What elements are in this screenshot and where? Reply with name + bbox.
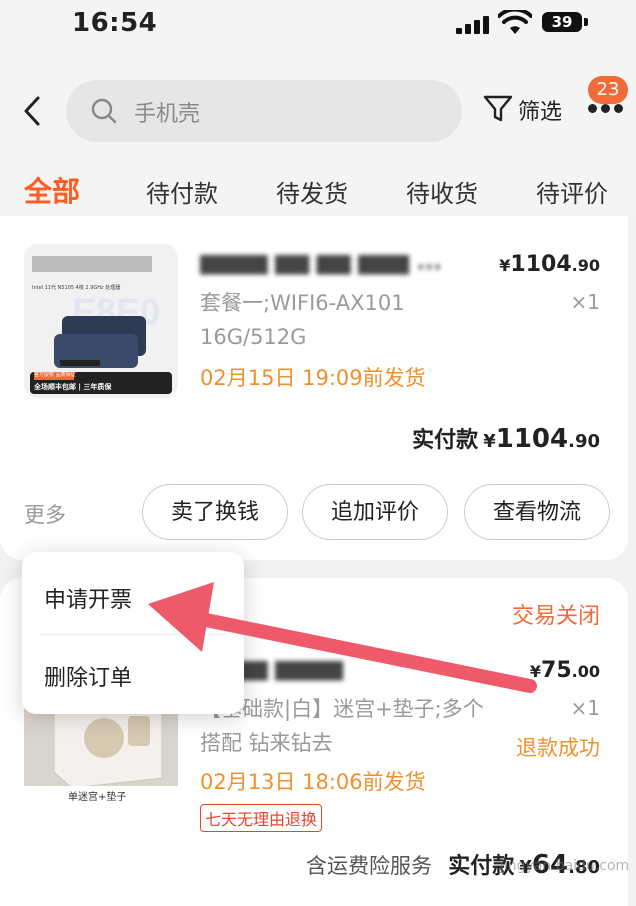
more-popup-menu: 申请开票 删除订单 — [22, 552, 244, 714]
order-card[interactable]: E8E0 Intel 11代 N5105 4核 2.9GHz 处理器 官方授权 … — [0, 216, 628, 560]
paid-amount: 实付款 ¥1104.90 — [412, 424, 600, 454]
more-button[interactable]: 更多 — [24, 499, 66, 529]
tab-pending-receipt[interactable]: 待收货 — [406, 174, 478, 209]
search-placeholder: 手机壳 — [134, 102, 201, 127]
tab-pending-review[interactable]: 待评价 — [536, 174, 608, 209]
refund-status: 退款成功 — [516, 736, 600, 760]
ship-deadline: 02月15日 19:09前发货 — [200, 366, 426, 390]
product-title[interactable]: ▆▆▆▆ ▆▆ ▆▆ ▆▆▆ ... — [200, 250, 510, 275]
battery-icon: 39 — [542, 12, 582, 32]
thumb-cpu-text: Intel 11代 N5105 4核 2.9GHz 处理器 — [32, 285, 121, 291]
product-spec: 【基础款|白】迷宫+垫子;多个搭配 钻来钻去 — [200, 697, 484, 755]
product-quantity: ×1 — [570, 696, 600, 720]
filter-button[interactable]: 筛选 — [518, 94, 562, 126]
wifi-icon — [498, 10, 532, 34]
status-bar: 16:54 39 — [0, 0, 636, 56]
filter-icon[interactable] — [482, 92, 514, 124]
order-tabs: 全部 待付款 待发货 待收货 待评价 — [0, 168, 636, 216]
thumb-authorized-text: 官方授权 品质保证 — [34, 372, 76, 378]
status-time: 16:54 — [72, 8, 158, 38]
header: 手机壳 筛选 23 全部 待付款 待发货 待收货 待评价 — [0, 56, 636, 216]
watermark: jingyan.baidu.com — [500, 858, 630, 874]
search-icon — [91, 98, 117, 124]
shipping-insurance-label: 含运费险服务 — [306, 854, 432, 878]
product-price: ¥1104.90 — [499, 252, 600, 277]
tab-all[interactable]: 全部 — [24, 170, 80, 210]
thumb-caption: 单迷宫+垫子 — [68, 792, 127, 803]
ship-deadline: 02月13日 18:06前发货 — [200, 770, 426, 794]
delete-order-item[interactable]: 删除订单 — [44, 660, 132, 692]
popup-divider — [40, 634, 226, 635]
product-title[interactable]: ▆▆▆▆ ▆▆▆▆ — [200, 656, 510, 681]
back-arrow-icon[interactable] — [20, 94, 48, 128]
more-options-icon[interactable] — [586, 104, 626, 116]
resell-button[interactable]: 卖了换钱 — [142, 484, 288, 540]
product-price: ¥75.00 — [529, 658, 600, 683]
product-quantity: ×1 — [570, 290, 600, 314]
product-spec: 套餐一;WIFI6-AX101 16G/512G — [200, 291, 405, 349]
tab-pending-payment[interactable]: 待付款 — [146, 174, 218, 209]
tab-pending-shipment[interactable]: 待发货 — [276, 174, 348, 209]
request-invoice-item[interactable]: 申请开票 — [44, 582, 132, 614]
product-thumbnail[interactable]: E8E0 Intel 11代 N5105 4核 2.9GHz 处理器 官方授权 … — [24, 244, 178, 398]
cellular-signal-icon — [456, 14, 490, 34]
message-count-badge: 23 — [588, 76, 628, 104]
order-status: 交易关闭 — [511, 604, 600, 629]
battery-nub — [584, 18, 588, 26]
add-review-button[interactable]: 追加评价 — [302, 484, 448, 540]
seven-day-return-tag: 七天无理由退换 — [200, 804, 323, 832]
view-logistics-button[interactable]: 查看物流 — [464, 484, 610, 540]
thumb-warranty-text: 全场顺丰包邮 | 三年质保 — [34, 383, 112, 391]
search-input[interactable]: 手机壳 — [66, 80, 462, 142]
